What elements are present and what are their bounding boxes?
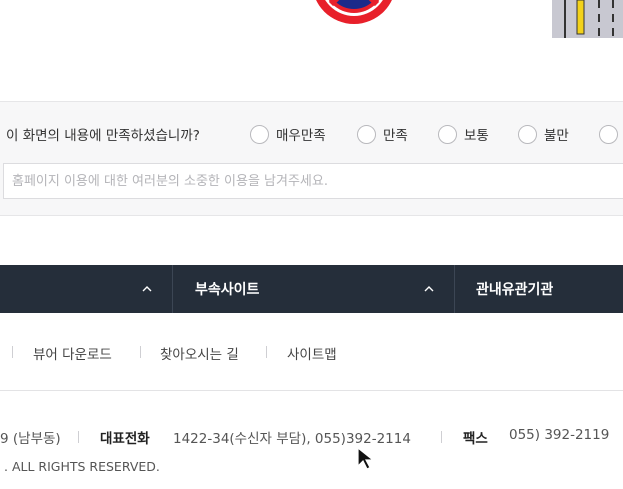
footer-links: 뷰어 다운로드 찾아오시는 길 사이트맵 xyxy=(0,313,623,391)
fax-label: 팩스 xyxy=(463,431,488,447)
radio-very-satisfied[interactable]: 매우만족 xyxy=(250,124,326,144)
nav-affiliated-sites[interactable]: 부속사이트 xyxy=(195,265,259,313)
road-marking-image xyxy=(552,0,623,38)
link-divider xyxy=(12,346,13,358)
chevron-up-icon[interactable] xyxy=(142,284,152,294)
copyright-text: . ALL RIGHTS RESERVED. xyxy=(4,459,160,474)
fax-value: 055) 392-2119 xyxy=(509,427,610,443)
info-divider xyxy=(78,431,79,443)
radio-circle[interactable] xyxy=(357,124,376,144)
radio-circle[interactable] xyxy=(599,124,618,144)
radio-label: 만족 xyxy=(383,128,408,144)
nav-related-agencies[interactable]: 관내유관기관 xyxy=(476,265,553,313)
mouse-cursor-icon xyxy=(357,446,375,470)
address-text: 9 (남부동) xyxy=(0,431,61,447)
phone-value: 1422-34(수신자 부담), 055)392-2114 xyxy=(173,431,411,447)
directions-link[interactable]: 찾아오시는 길 xyxy=(160,343,239,363)
radio-label: 매우만족 xyxy=(276,128,326,144)
survey-comment-input[interactable] xyxy=(3,163,623,199)
related-sites-bar: 부속사이트 관내유관기관 xyxy=(0,265,623,313)
no-stopping-sign-image xyxy=(316,0,392,24)
radio-circle[interactable] xyxy=(518,124,537,144)
nav-divider xyxy=(172,265,173,313)
survey-question: 이 화면의 내용에 만족하셨습니까? xyxy=(6,128,200,144)
info-divider xyxy=(441,431,442,443)
phone-label: 대표전화 xyxy=(100,431,150,447)
radio-normal[interactable]: 보통 xyxy=(438,124,489,144)
nav-divider xyxy=(454,265,455,313)
viewer-download-link[interactable]: 뷰어 다운로드 xyxy=(33,343,112,363)
nav-label: 부속사이트 xyxy=(195,282,260,298)
radio-circle[interactable] xyxy=(438,124,457,144)
link-divider xyxy=(266,346,267,358)
top-content-area xyxy=(0,0,623,100)
radio-unsatisfied[interactable]: 불만 xyxy=(518,124,569,144)
radio-very-unsatisfied[interactable] xyxy=(599,124,618,144)
nav-label: 관내유관기관 xyxy=(476,282,554,298)
radio-label: 보통 xyxy=(464,128,489,144)
sitemap-link[interactable]: 사이트맵 xyxy=(287,343,337,363)
chevron-up-icon[interactable] xyxy=(424,284,434,294)
satisfaction-survey: 이 화면의 내용에 만족하셨습니까? 매우만족 만족 보통 불만 xyxy=(0,101,623,216)
radio-satisfied[interactable]: 만족 xyxy=(357,124,408,144)
radio-label: 불만 xyxy=(544,128,569,144)
radio-circle[interactable] xyxy=(250,124,269,144)
link-divider xyxy=(140,346,141,358)
footer-contact-info: 9 (남부동) 대표전화 1422-34(수신자 부담), 055)392-21… xyxy=(0,391,623,489)
